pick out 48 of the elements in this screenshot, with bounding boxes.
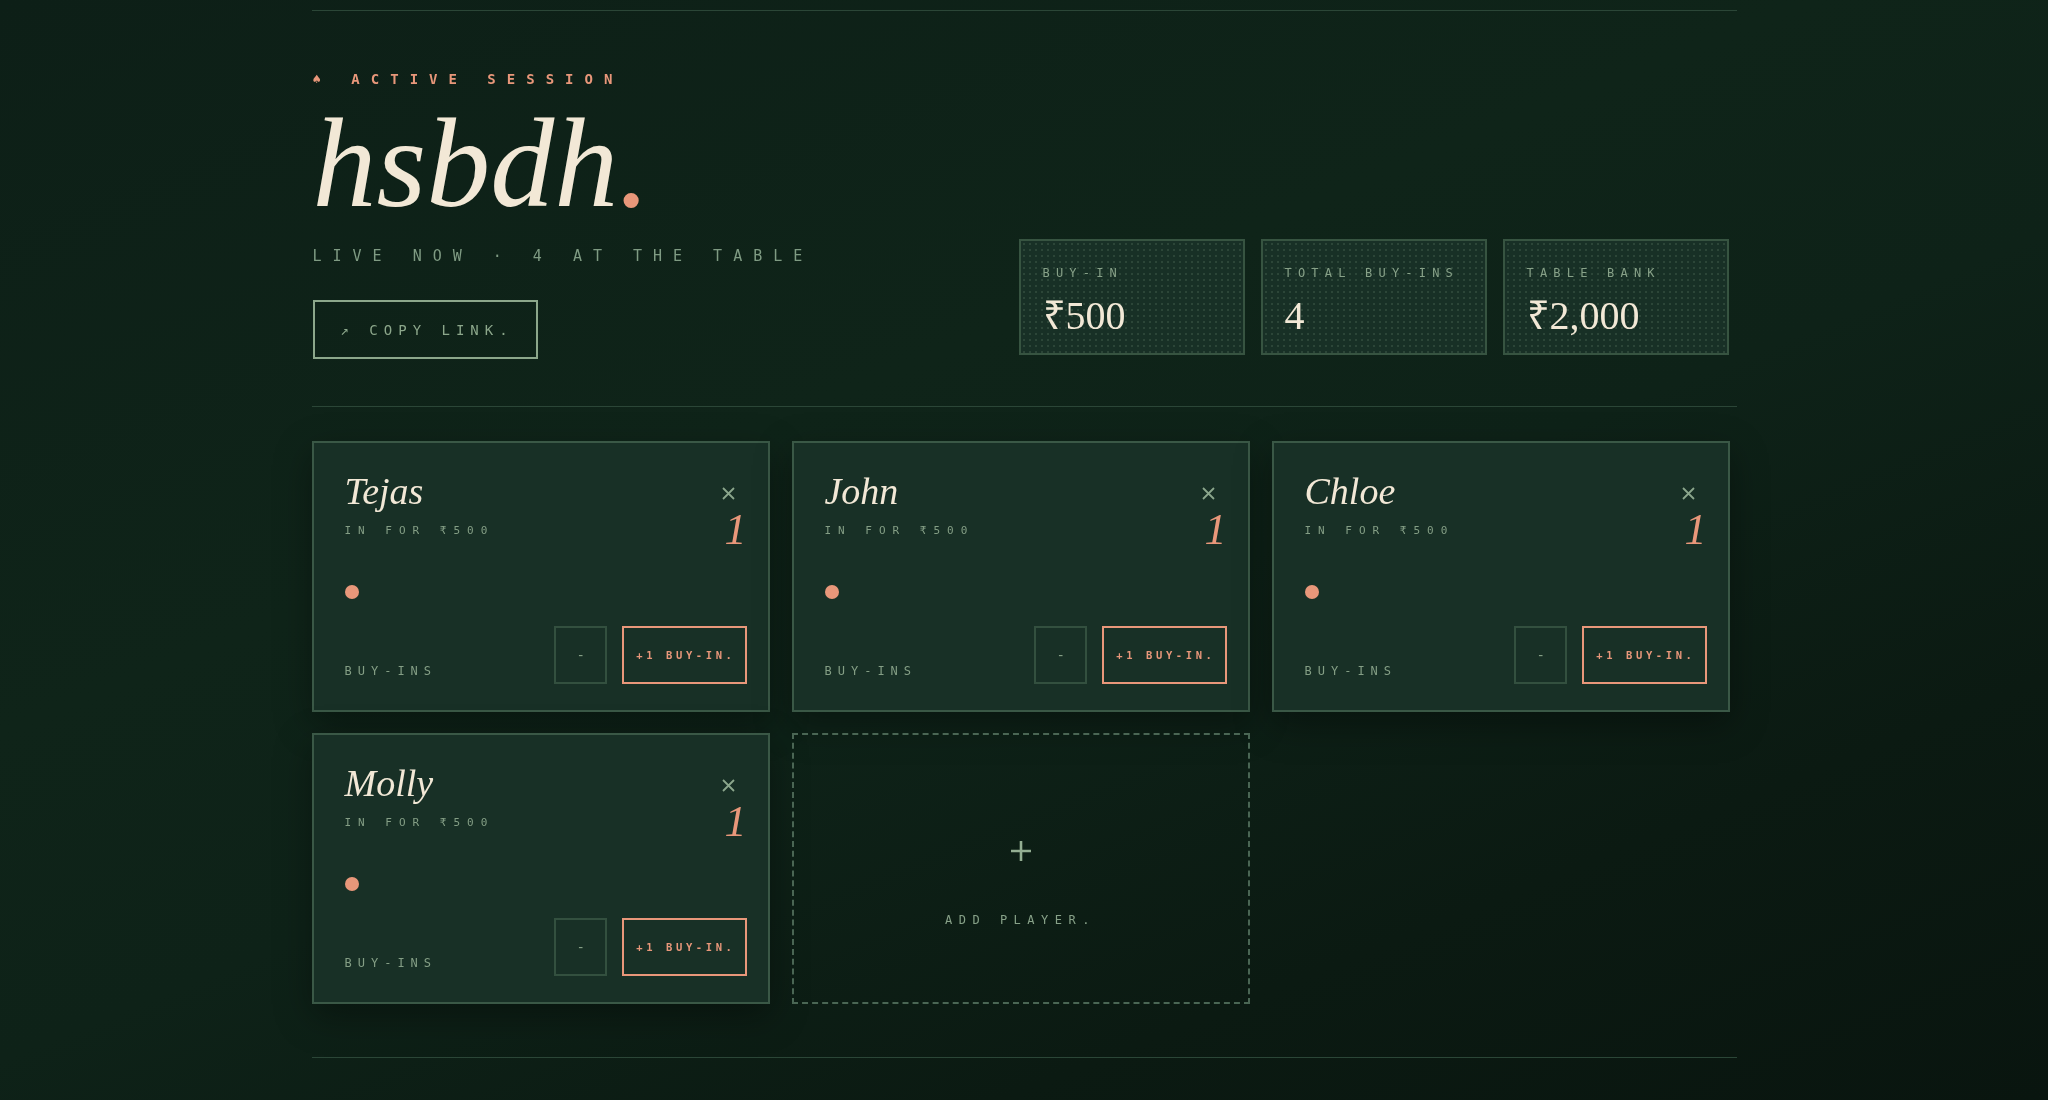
chip-icon bbox=[344, 585, 359, 599]
session-eyebrow: ♠ ACTIVE SESSION bbox=[312, 70, 624, 89]
buy-ins-label: BUY-INS bbox=[824, 664, 919, 678]
buy-in-count: 1 bbox=[1684, 508, 1707, 552]
buy-ins-label: BUY-INS bbox=[344, 956, 439, 970]
add-buy-in-button[interactable]: +1 BUY-IN. bbox=[622, 626, 747, 684]
stat-label: TABLE BANK bbox=[1526, 266, 1662, 280]
player-name: Tejas bbox=[344, 470, 425, 512]
buy-ins-label: BUY-INS bbox=[344, 664, 439, 678]
remove-player-button[interactable] bbox=[721, 778, 735, 792]
buy-in-count: 1 bbox=[724, 508, 747, 552]
chip-icon bbox=[1304, 585, 1319, 599]
stat-value: ₹2,000 bbox=[1526, 296, 1641, 336]
remove-buy-in-button[interactable]: - bbox=[1034, 626, 1088, 684]
remove-player-button[interactable] bbox=[1201, 486, 1215, 500]
player-stake: IN FOR ₹500 bbox=[1304, 524, 1456, 538]
player-stake: IN FOR ₹500 bbox=[344, 816, 496, 830]
player-name: Molly bbox=[344, 762, 435, 804]
remove-buy-in-button[interactable]: - bbox=[554, 918, 608, 976]
session-status: LIVE NOW · 4 AT THE TABLE bbox=[312, 246, 814, 266]
player-stake: IN FOR ₹500 bbox=[824, 524, 976, 538]
remove-buy-in-button[interactable]: - bbox=[1514, 626, 1568, 684]
buy-ins-label: BUY-INS bbox=[1304, 664, 1399, 678]
close-icon bbox=[721, 778, 735, 792]
close-icon bbox=[1201, 486, 1215, 500]
remove-buy-in-button[interactable]: - bbox=[554, 626, 608, 684]
stat-value: 4 bbox=[1284, 296, 1306, 336]
buy-in-count: 1 bbox=[1204, 508, 1227, 552]
add-buy-in-button[interactable]: +1 BUY-IN. bbox=[1102, 626, 1227, 684]
add-player-button[interactable]: ADD PLAYER. bbox=[791, 733, 1250, 1004]
remove-player-button[interactable] bbox=[1681, 486, 1695, 500]
buy-in-count: 1 bbox=[724, 800, 747, 844]
stat-label: BUY-IN bbox=[1042, 266, 1125, 280]
plus-icon bbox=[1010, 840, 1031, 861]
add-buy-in-button[interactable]: +1 BUY-IN. bbox=[622, 918, 747, 976]
session-title: hsbdh. bbox=[312, 99, 651, 227]
player-name: John bbox=[824, 470, 900, 512]
add-buy-in-button[interactable]: +1 BUY-IN. bbox=[1582, 626, 1707, 684]
close-icon bbox=[721, 486, 735, 500]
close-icon bbox=[1681, 486, 1695, 500]
stat-label: TOTAL BUY-INS bbox=[1284, 266, 1461, 280]
chip-icon bbox=[344, 877, 359, 891]
player-name: Chloe bbox=[1304, 470, 1397, 512]
chip-icon bbox=[824, 585, 839, 599]
player-stake: IN FOR ₹500 bbox=[344, 524, 496, 538]
copy-link-button[interactable]: ↗ COPY LINK. bbox=[312, 300, 538, 359]
remove-player-button[interactable] bbox=[721, 486, 735, 500]
stat-value: ₹500 bbox=[1042, 296, 1127, 336]
